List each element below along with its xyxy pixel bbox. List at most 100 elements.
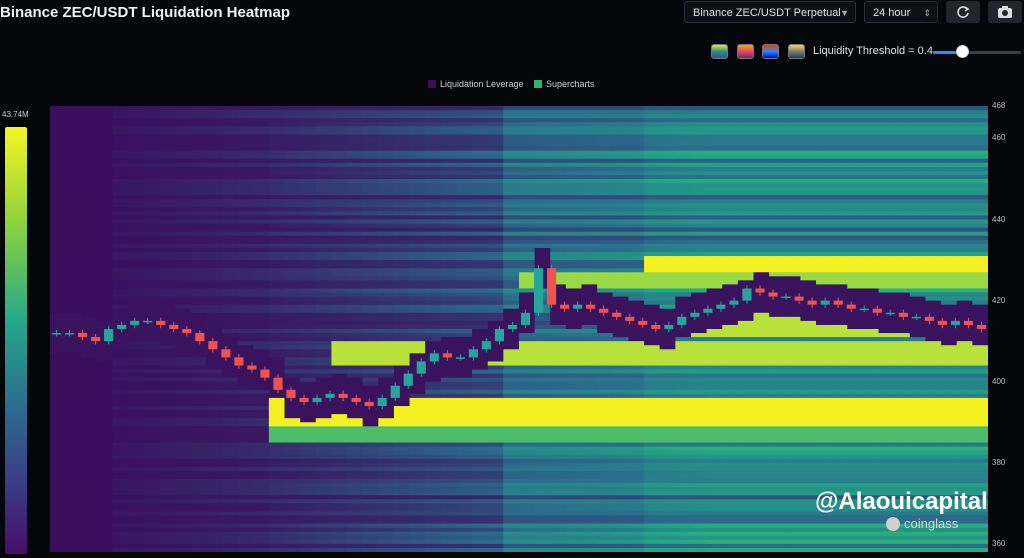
heatmap-cell (534, 369, 551, 375)
heatmap-cell (96, 203, 114, 208)
heatmap-cell (659, 345, 676, 350)
heatmap-cell (378, 130, 395, 135)
heatmap-cell (268, 260, 286, 265)
heatmap-cell (221, 243, 239, 249)
heatmap-cell (737, 272, 755, 277)
heatmap-cell (253, 142, 270, 148)
heatmap-cell (128, 381, 145, 387)
heatmap-cell (581, 251, 598, 257)
heatmap-cell (425, 337, 442, 342)
threshold-slider[interactable] (933, 51, 1021, 54)
heatmap-cell (331, 418, 348, 423)
heatmap-cell (331, 414, 348, 419)
heatmap-cell (393, 458, 411, 464)
heatmap-cell (378, 150, 395, 156)
palette-cividis[interactable] (788, 44, 805, 59)
heatmap-cell (550, 365, 567, 371)
heatmap-cell (190, 162, 207, 168)
heatmap-cell (81, 211, 98, 217)
palette-jet[interactable] (762, 44, 779, 59)
range-select[interactable]: 24 hour ⇕ (864, 1, 938, 23)
heatmap-cell (175, 393, 192, 399)
heatmap-cell (565, 442, 583, 448)
heatmap-cell (550, 531, 567, 537)
heatmap-cell (425, 349, 442, 354)
heatmap-cell (237, 474, 254, 480)
heatmap-cell (550, 434, 567, 440)
chevron-updown-icon: ⇕ (923, 8, 931, 18)
heatmap-cell (206, 479, 223, 484)
heatmap-cell (159, 134, 176, 140)
heatmap-cell (347, 474, 364, 480)
heatmap-cell (237, 239, 254, 245)
heatmap-cell (96, 146, 114, 152)
heatmap-cell (644, 130, 661, 135)
heatmap-cell (519, 511, 536, 517)
heatmap-cell (737, 410, 755, 415)
heatmap-cell (628, 178, 645, 184)
heatmap-cell (659, 251, 676, 257)
legend-liquidation-leverage[interactable]: Liquidation Leverage (428, 79, 524, 89)
heatmap-cell (628, 503, 645, 508)
heatmap-cell (737, 178, 755, 184)
refresh-button[interactable] (946, 1, 980, 23)
heatmap-cell (425, 491, 442, 496)
heatmap-cell (440, 345, 458, 350)
heatmap-cell (675, 243, 692, 249)
heatmap-cell (472, 397, 489, 403)
legend-supercharts[interactable]: Supercharts (534, 79, 595, 89)
heatmap-cell (81, 215, 98, 221)
heatmap-cell (378, 345, 395, 350)
heatmap-cell (503, 243, 520, 249)
heatmap-cell (378, 251, 395, 257)
heatmap-cell (65, 324, 82, 330)
heatmap-cell (221, 146, 239, 152)
heatmap-cell (503, 547, 520, 553)
heatmap-plot[interactable] (50, 106, 989, 553)
heatmap-cell (393, 260, 411, 265)
heatmap-cell (221, 304, 239, 310)
heatmap-cell (597, 203, 614, 208)
threshold-slider-thumb[interactable] (956, 45, 969, 58)
heatmap-cell (425, 474, 442, 480)
heatmap-cell (159, 312, 176, 318)
heatmap-cell (722, 499, 739, 504)
heatmap-cell (690, 397, 708, 403)
heatmap-cell (487, 203, 504, 208)
heatmap-cell (581, 369, 598, 375)
heatmap-cell (409, 191, 426, 196)
heatmap-cell (159, 495, 176, 500)
heatmap-cell (50, 154, 67, 160)
heatmap-cell (706, 519, 723, 525)
heatmap-cell (362, 276, 379, 281)
heatmap-cell (706, 288, 723, 294)
heatmap-cell (425, 385, 442, 391)
heatmap-cell (378, 418, 395, 423)
heatmap-cell (347, 154, 364, 160)
heatmap-cell (581, 438, 598, 444)
heatmap-cell (456, 308, 473, 314)
palette-viridis[interactable] (711, 44, 728, 59)
heatmap-cell (175, 373, 192, 379)
heatmap-cell (456, 199, 473, 204)
pair-select[interactable]: Binance ZEC/USDT Perpetual ▼ (684, 1, 856, 23)
heatmap-cell (706, 260, 723, 265)
heatmap-cell (159, 142, 176, 148)
heatmap-cell (128, 454, 145, 460)
heatmap-cell (487, 142, 504, 148)
heatmap-cell (409, 256, 426, 261)
heatmap-cell (159, 466, 176, 472)
palette-magma[interactable] (737, 44, 754, 59)
heatmap-cell (565, 138, 583, 144)
heatmap-cell (612, 118, 630, 123)
heatmap-cell (96, 401, 114, 407)
heatmap-cell (315, 369, 332, 375)
heatmap-cell (706, 345, 723, 350)
heatmap-cell (300, 345, 317, 350)
heatmap-cell (81, 410, 98, 415)
screenshot-button[interactable] (988, 1, 1022, 23)
heatmap-cell (81, 397, 98, 403)
heatmap-cell (706, 357, 723, 363)
heatmap-cell (206, 231, 223, 237)
heatmap-cell (737, 142, 755, 148)
